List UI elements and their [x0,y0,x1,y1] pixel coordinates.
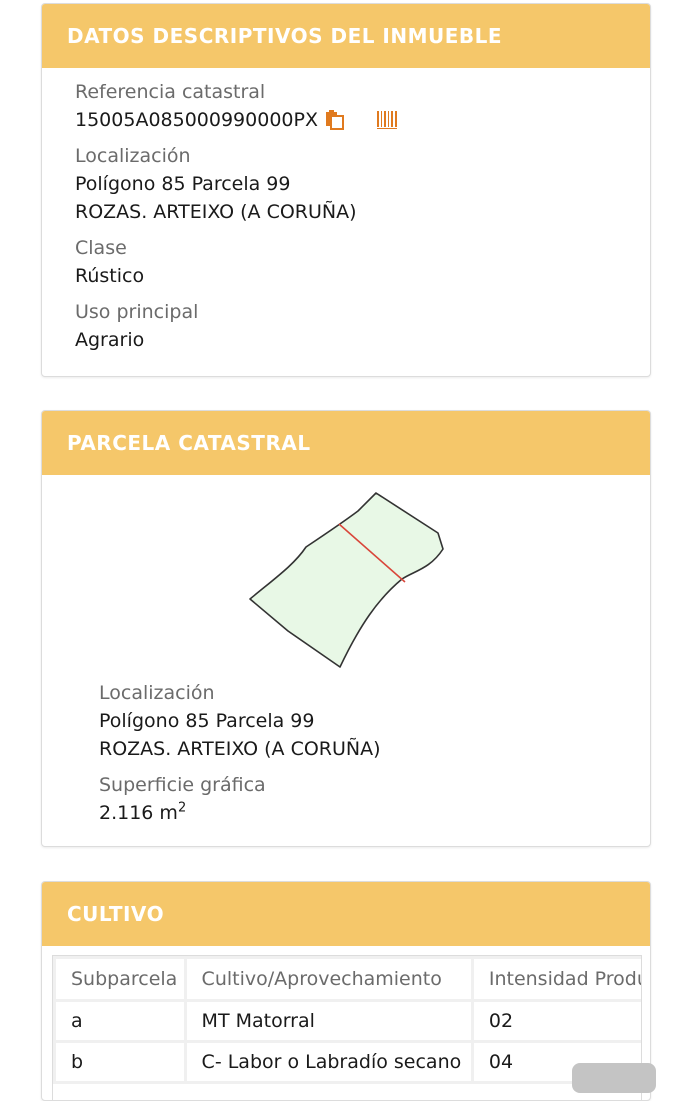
location-line-1: Polígono 85 Parcela 99 [75,173,291,195]
copy-icon[interactable] [324,109,346,131]
scrollbar-thumb[interactable] [572,1063,656,1093]
class-field: Clase Rústico [75,234,650,290]
cadastral-reference-field: Referencia catastral 15005A085000990000P… [75,78,650,134]
surface-field: Superficie gráfica 2.116 m2 [99,771,381,827]
main-use-label: Uso principal [75,301,199,323]
class-label: Clase [75,237,127,259]
crop-table-header-row: Subparcela Cultivo/Aprovechamiento Inten… [56,959,641,999]
cell-subparcel: a [56,1002,184,1040]
parcel-location-label: Localización [99,682,215,704]
descriptive-data-card: DATOS DESCRIPTIVOS DEL INMUEBLE Referenc… [41,3,651,377]
cadastral-parcel-card: PARCELA CATASTRAL Localización Polígono … [41,410,651,847]
crop-header: CULTIVO [42,882,650,946]
cadastral-reference-label: Referencia catastral [75,81,266,103]
header-subparcel: Subparcela [56,959,184,999]
cadastral-reference-value: 15005A085000990000PX [75,109,318,131]
descriptive-data-header: DATOS DESCRIPTIVOS DEL INMUEBLE [42,4,650,68]
cell-crop: C- Labor o Labradío secano [186,1043,471,1081]
cell-intensity: 02 [473,1002,641,1040]
location-label: Localización [75,145,191,167]
location-field: Localización Polígono 85 Parcela 99 ROZA… [75,142,650,226]
crop-table: Subparcela Cultivo/Aprovechamiento Inten… [53,956,641,1084]
cell-subparcel: b [56,1043,184,1081]
location-line-2: ROZAS. ARTEIXO (A CORUÑA) [75,201,357,223]
main-use-field: Uso principal Agrario [75,298,650,354]
main-use-value: Agrario [75,329,145,351]
parcel-location-field: Localización Polígono 85 Parcela 99 ROZA… [99,679,381,763]
cadastral-parcel-header: PARCELA CATASTRAL [42,411,650,475]
surface-amount: 2.116 m [99,802,178,824]
crop-title: CULTIVO [67,902,165,926]
cell-crop: MT Matorral [186,1002,471,1040]
class-value: Rústico [75,265,145,287]
surface-unit-exponent: 2 [177,800,187,816]
table-row: a MT Matorral 02 [56,1002,641,1040]
parcel-location-line-1: Polígono 85 Parcela 99 [99,710,315,732]
header-crop: Cultivo/Aprovechamiento [186,959,471,999]
parcel-location-line-2: ROZAS. ARTEIXO (A CORUÑA) [99,738,381,760]
table-row: b C- Labor o Labradío secano 04 [56,1043,641,1081]
header-intensity: Intensidad Productiva [473,959,641,999]
parcel-map[interactable] [42,475,651,685]
parcel-shape [249,492,444,668]
crop-card: CULTIVO Subparcela Cultivo/Aprovechamien… [41,881,651,1101]
surface-value: 2.116 m2 [99,799,381,827]
cadastral-parcel-title: PARCELA CATASTRAL [67,431,311,455]
descriptive-data-title: DATOS DESCRIPTIVOS DEL INMUEBLE [67,24,503,48]
barcode-icon[interactable] [376,109,398,131]
surface-label: Superficie gráfica [99,774,266,796]
crop-table-scroll[interactable]: Subparcela Cultivo/Aprovechamiento Inten… [52,955,642,1100]
